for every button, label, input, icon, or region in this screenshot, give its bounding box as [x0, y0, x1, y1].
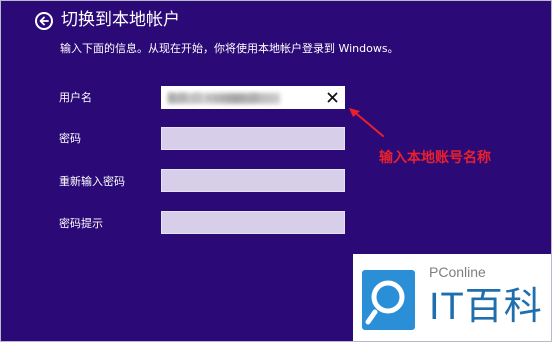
- back-arrow-icon: [39, 16, 49, 26]
- watermark-title: IT百科: [429, 286, 543, 328]
- annotation-arrow-icon: [349, 108, 384, 137]
- username-label: 用户名: [59, 91, 92, 104]
- password-label: 密码: [59, 132, 81, 145]
- confirm-password-field[interactable]: [161, 169, 345, 192]
- username-field[interactable]: 果果 盘 xxxxxx 游: [161, 86, 345, 109]
- back-button[interactable]: [35, 12, 53, 30]
- switch-to-local-account-screen: 切换到本地帐户 输入下面的信息。从现在开始，你将使用本地帐户登录到 Window…: [0, 0, 552, 342]
- clear-username-button[interactable]: [324, 89, 341, 106]
- page-title: 切换到本地帐户: [61, 10, 180, 30]
- pconline-logo-icon: [362, 270, 415, 330]
- password-field[interactable]: [161, 127, 345, 150]
- watermark-subtitle: PConline: [429, 264, 486, 280]
- close-icon: [327, 92, 338, 103]
- confirm-password-label: 重新输入密码: [59, 175, 125, 188]
- username-value: 果果 盘 xxxxxx 游: [166, 91, 260, 104]
- watermark-logo: PConline IT百科: [353, 254, 551, 341]
- password-hint-label: 密码提示: [59, 217, 103, 230]
- password-hint-field[interactable]: [161, 211, 345, 234]
- annotation-label: 输入本地账号名称: [379, 150, 491, 166]
- instruction-text: 输入下面的信息。从现在开始，你将使用本地帐户登录到 Windows。: [60, 42, 399, 55]
